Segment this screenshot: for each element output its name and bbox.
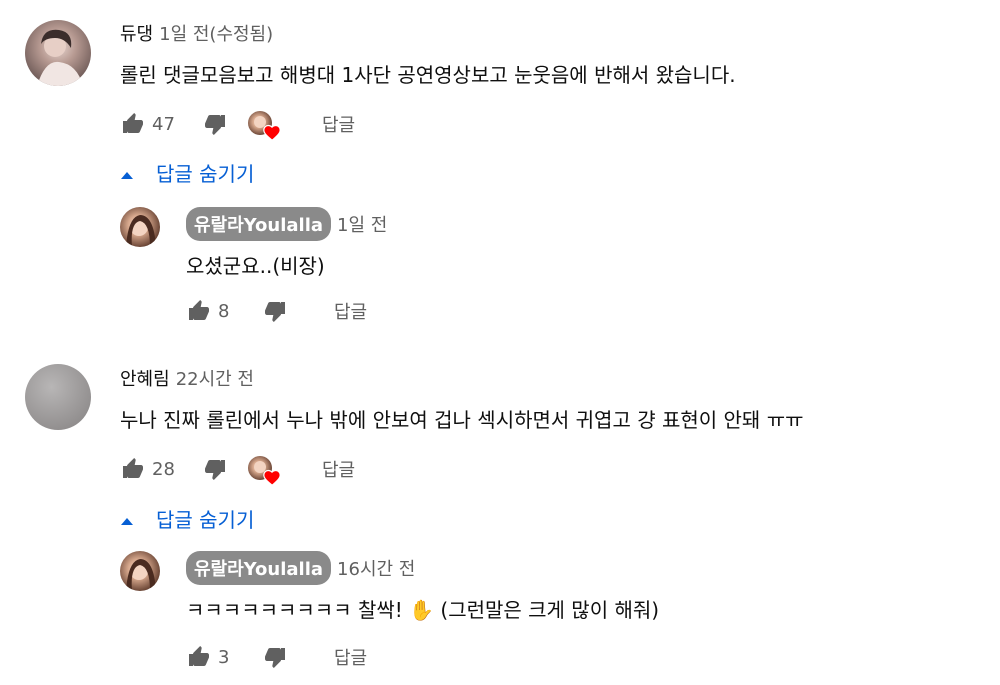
thumb-up-icon[interactable] bbox=[186, 299, 212, 323]
reply-button[interactable]: 답글 bbox=[322, 456, 355, 482]
reply-button[interactable]: 답글 bbox=[334, 644, 367, 670]
comment-text: 롤린 댓글모음보고 해병대 1사단 공연영상보고 눈웃음에 반해서 왔습니다. bbox=[120, 63, 736, 87]
like-count: 47 bbox=[152, 113, 175, 135]
reply-header: 유랄라Youlalla 1일 전 bbox=[186, 207, 387, 241]
reply-button[interactable]: 답글 bbox=[334, 298, 367, 324]
thumb-down-icon[interactable] bbox=[262, 645, 288, 669]
thumb-down-icon[interactable] bbox=[262, 299, 288, 323]
like-count: 8 bbox=[218, 300, 230, 322]
reply-text: ㅋㅋㅋㅋㅋㅋㅋㅋㅋ 찰싹! ✋ (그런말은 크게 많이 해줘) bbox=[186, 598, 660, 622]
creator-heart-icon[interactable] bbox=[248, 111, 284, 145]
avatar[interactable] bbox=[25, 364, 91, 430]
reply-header: 유랄라Youlalla 16시간 전 bbox=[186, 551, 415, 585]
hide-replies-label: 답글 숨기기 bbox=[156, 508, 255, 532]
hide-replies-toggle[interactable]: 답글 숨기기 bbox=[120, 158, 254, 187]
reply-actions: 8 답글 bbox=[186, 297, 367, 325]
arrow-up-icon bbox=[120, 507, 134, 531]
arrow-up-icon bbox=[120, 161, 134, 185]
author-name[interactable]: 안혜림 bbox=[120, 365, 170, 391]
creator-heart-icon[interactable] bbox=[248, 456, 284, 490]
comment-actions: 28 답글 bbox=[120, 455, 355, 486]
thumb-up-icon[interactable] bbox=[186, 645, 212, 669]
reply-actions: 3 답글 bbox=[186, 643, 367, 671]
avatar[interactable] bbox=[25, 20, 91, 86]
timestamp[interactable]: 16시간 전 bbox=[337, 555, 415, 581]
thumb-up-icon[interactable] bbox=[120, 112, 146, 136]
avatar[interactable] bbox=[120, 551, 160, 591]
thumb-down-icon[interactable] bbox=[202, 457, 228, 481]
thumb-down-icon[interactable] bbox=[202, 112, 228, 136]
reply-button[interactable]: 답글 bbox=[322, 111, 355, 137]
comment-text: 누나 진짜 롤린에서 누나 밖에 안보여 겁나 섹시하면서 귀엽고 걍 표현이 … bbox=[120, 408, 804, 432]
hide-replies-toggle[interactable]: 답글 숨기기 bbox=[120, 504, 254, 533]
like-count: 28 bbox=[152, 458, 175, 480]
thumb-up-icon[interactable] bbox=[120, 457, 146, 481]
comment-header: 듀댕 1일 전(수정됨) bbox=[120, 20, 273, 46]
timestamp[interactable]: 1일 전 bbox=[337, 211, 387, 237]
comment-header: 안혜림 22시간 전 bbox=[120, 365, 254, 391]
avatar[interactable] bbox=[120, 207, 160, 247]
timestamp[interactable]: 1일 전(수정됨) bbox=[159, 20, 273, 46]
reply-text: 오셨군요..(비장) bbox=[186, 254, 325, 278]
creator-badge-author[interactable]: 유랄라Youlalla bbox=[186, 551, 332, 585]
timestamp[interactable]: 22시간 전 bbox=[176, 365, 254, 391]
comment-actions: 47 답글 bbox=[120, 110, 355, 141]
hide-replies-label: 답글 숨기기 bbox=[156, 162, 255, 186]
creator-badge-author[interactable]: 유랄라Youlalla bbox=[186, 207, 332, 241]
like-count: 3 bbox=[218, 646, 230, 668]
author-name[interactable]: 듀댕 bbox=[120, 20, 153, 46]
